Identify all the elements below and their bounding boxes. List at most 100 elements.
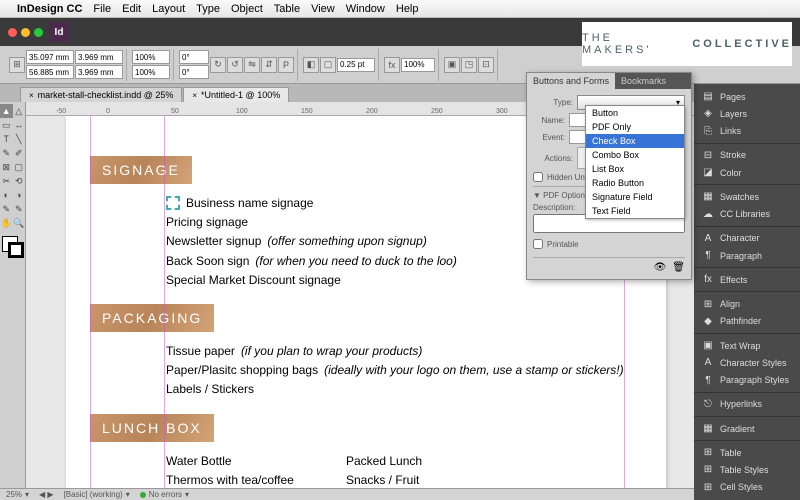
panel-button-layers[interactable]: ◈Layers: [694, 105, 800, 122]
flip-h-icon[interactable]: ⇋: [244, 57, 260, 73]
hand-tool[interactable]: ✋: [0, 216, 13, 230]
menu-help[interactable]: Help: [396, 3, 419, 15]
panel-button-paragraph[interactable]: ¶Paragraph: [694, 247, 800, 264]
preset-readout[interactable]: [Basic] (working) ▾: [64, 490, 130, 499]
panel-button-cell-styles[interactable]: ⊞Cell Styles: [694, 479, 800, 496]
flip-v-icon[interactable]: ⇵: [261, 57, 277, 73]
panel-button-cc-libraries[interactable]: ☁CC Libraries: [694, 206, 800, 223]
panel-button-paragraph-styles[interactable]: ¶Paragraph Styles: [694, 371, 800, 388]
rotate-ccw-icon[interactable]: ↺: [227, 57, 243, 73]
panel-tab-bookmarks[interactable]: Bookmarks: [615, 73, 672, 89]
document-tab[interactable]: × *Untitled-1 @ 100%: [183, 87, 289, 102]
scissors-tool[interactable]: ✂: [0, 174, 13, 188]
panel-button-pathfinder[interactable]: ◆Pathfinder: [694, 313, 800, 330]
section-heading[interactable]: LUNCH BOX: [90, 414, 214, 442]
document-tab[interactable]: × market-stall-checklist.indd @ 25%: [20, 87, 182, 102]
direct-select-tool[interactable]: △: [13, 104, 26, 118]
menu-table[interactable]: Table: [274, 3, 300, 15]
dropdown-option[interactable]: Button: [586, 106, 684, 120]
rotate-input[interactable]: [179, 50, 209, 64]
menu-type[interactable]: Type: [196, 3, 220, 15]
list-item[interactable]: Business name signage: [186, 194, 313, 213]
x-position-input[interactable]: [26, 50, 74, 64]
dropdown-option[interactable]: Combo Box: [586, 148, 684, 162]
panel-tab-buttons-forms[interactable]: Buttons and Forms: [527, 73, 615, 89]
stroke-swatch[interactable]: [8, 242, 24, 258]
list-item[interactable]: Tissue paper: [166, 342, 235, 361]
list-item[interactable]: Special Market Discount signage: [166, 271, 341, 290]
menu-layout[interactable]: Layout: [152, 3, 185, 15]
list-item[interactable]: Thermos with tea/coffee: [166, 471, 346, 488]
close-icon[interactable]: ×: [29, 91, 34, 100]
page-nav[interactable]: ◀ ▶: [39, 490, 54, 499]
rotate-cw-icon[interactable]: ↻: [210, 57, 226, 73]
panel-button-stroke[interactable]: ⊟Stroke: [694, 147, 800, 164]
panel-button-swatches[interactable]: ▦Swatches: [694, 188, 800, 205]
preview-icon[interactable]: 👁: [654, 262, 667, 273]
panel-button-hyperlinks[interactable]: ⎋Hyperlinks: [694, 396, 800, 413]
close-icon[interactable]: ×: [192, 91, 197, 100]
list-item[interactable]: Pricing signage: [166, 213, 248, 232]
panel-button-color[interactable]: ◪Color: [694, 164, 800, 181]
fill-stroke-swatches[interactable]: [0, 234, 25, 260]
menu-view[interactable]: View: [311, 3, 335, 15]
stroke-weight-input[interactable]: [337, 58, 375, 72]
dropdown-option[interactable]: Radio Button: [586, 176, 684, 190]
transform-tool[interactable]: ⟲: [13, 174, 26, 188]
list-item[interactable]: Paper/Plasitc shopping bags: [166, 361, 318, 380]
gradient-feather-tool[interactable]: ◑: [13, 188, 26, 202]
gradient-tool[interactable]: ◐: [0, 188, 13, 202]
list-item[interactable]: Water Bottle: [166, 452, 346, 471]
panel-button-character[interactable]: ACharacter: [694, 230, 800, 247]
zoom-readout[interactable]: 25% ▾: [6, 490, 29, 499]
selection-tool[interactable]: ▲: [0, 104, 13, 118]
app-name-menu[interactable]: InDesign CC: [17, 3, 82, 15]
dropdown-option[interactable]: Check Box: [586, 134, 684, 148]
window-minimize[interactable]: [21, 28, 30, 37]
stroke-color-icon[interactable]: ▢: [320, 57, 336, 73]
note-tool[interactable]: ✎: [0, 202, 13, 216]
corner-options-icon[interactable]: ◳: [461, 57, 477, 73]
line-tool[interactable]: ╲: [13, 132, 26, 146]
panel-button-table[interactable]: ⊞Table: [694, 444, 800, 461]
trash-icon[interactable]: 🗑: [672, 262, 685, 273]
fitting-icon[interactable]: ⊡: [478, 57, 494, 73]
dropdown-option[interactable]: List Box: [586, 162, 684, 176]
section-heading[interactable]: SIGNAGE: [90, 156, 192, 184]
scale-x-input[interactable]: [132, 50, 170, 64]
guide[interactable]: [164, 116, 165, 488]
guide[interactable]: [90, 116, 91, 488]
scale-y-input[interactable]: [132, 65, 170, 79]
gap-tool[interactable]: ↔: [13, 118, 26, 132]
buttons-and-forms-panel[interactable]: Buttons and Forms Bookmarks Type: ▾ Name…: [526, 72, 692, 280]
printable-checkbox[interactable]: [533, 239, 543, 249]
panel-button-effects[interactable]: fxEffects: [694, 271, 800, 288]
pencil-tool[interactable]: ✐: [13, 146, 26, 160]
dropdown-option[interactable]: Signature Field: [586, 190, 684, 204]
panel-button-character-styles[interactable]: ACharacter Styles: [694, 354, 800, 371]
pen-tool[interactable]: ✎: [0, 146, 13, 160]
list-item[interactable]: Back Soon sign: [166, 252, 249, 271]
panel-button-pages[interactable]: ▤Pages: [694, 88, 800, 105]
window-zoom[interactable]: [34, 28, 43, 37]
window-close[interactable]: [8, 28, 17, 37]
list-item[interactable]: Labels / Stickers: [166, 380, 254, 399]
menu-object[interactable]: Object: [231, 3, 263, 15]
eyedropper-tool[interactable]: ✎: [13, 202, 26, 216]
text-wrap-icon[interactable]: ▣: [444, 57, 460, 73]
panel-button-text-wrap[interactable]: ▣Text Wrap: [694, 337, 800, 354]
paragraph-icon[interactable]: P: [278, 57, 294, 73]
panel-button-table-styles[interactable]: ⊞Table Styles: [694, 461, 800, 478]
menu-edit[interactable]: Edit: [122, 3, 141, 15]
fill-color-icon[interactable]: ◧: [303, 57, 319, 73]
panel-button-links[interactable]: ⎘Links: [694, 123, 800, 140]
y-position-input[interactable]: [26, 65, 74, 79]
opacity-input[interactable]: [401, 58, 435, 72]
width-input[interactable]: [75, 50, 123, 64]
shear-input[interactable]: [179, 65, 209, 79]
section-heading[interactable]: PACKAGING: [90, 304, 214, 332]
hidden-until-triggered-checkbox[interactable]: [533, 172, 543, 182]
form-checkbox[interactable]: [166, 196, 180, 210]
rectangle-frame-tool[interactable]: ⊠: [0, 160, 13, 174]
dropdown-option[interactable]: Text Field: [586, 204, 684, 218]
